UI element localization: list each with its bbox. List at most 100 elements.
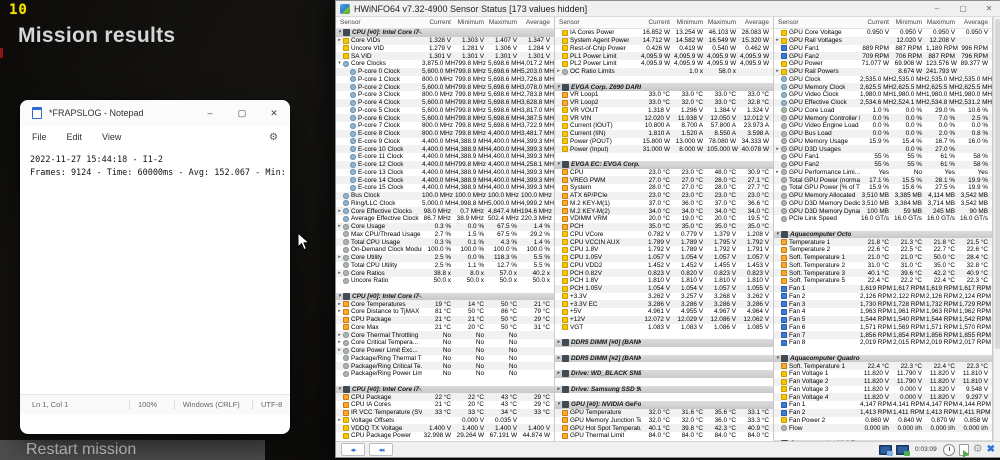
sensor-row[interactable]: On-Demand Clock Modul... 100.0 % 100.0 % 10…	[336, 246, 554, 254]
sensor-row[interactable]: PCIe Link Speed 16.0 GT/s 16.0 GT/s 16.0 GT…	[774, 215, 992, 223]
column-header-average[interactable]: Average	[521, 19, 554, 26]
sensor-row[interactable]: Package/Ring Power Limi... No No No	[336, 370, 554, 378]
settings-gear-icon[interactable]: ⚙	[973, 444, 983, 455]
scrollbar-thumb[interactable]	[995, 19, 1000, 349]
notepad-text-area[interactable]: 2022-11-27 15:44:18 - I1-2 Frames: 9124 …	[20, 148, 290, 394]
sensor-row[interactable]: VDIMM VRM 20.0 °C 19.0 °C 20.0 °C 19.5 °C	[555, 215, 773, 223]
sensor-row[interactable]: ▸ GPU D3D Usages 0.0 % 27.0 %	[774, 145, 992, 153]
sensor-row[interactable]: Total CPU Utility 2.5 % 1.1 % 12.7 % 5.5 %	[336, 262, 554, 270]
sensor-row[interactable]: Ring/LLC Clock 5,000.0 MHz 4,998.8 MHz 5,00…	[336, 200, 554, 208]
zoom-level[interactable]: 100%	[130, 400, 174, 409]
sensor-row[interactable]: Power (Input) 31.000 W 8.000 W 105.000 W 40.…	[555, 145, 773, 153]
hwinfo-titlebar[interactable]: HWiNFO64 v7.32-4900 Sensor Status [173 v…	[336, 1, 1000, 17]
sensor-row[interactable]: P-core 5 Clock 5,600.0 MHz 799.8 MHz 5,698.…	[336, 107, 554, 115]
maximize-icon[interactable]: ▢	[226, 100, 258, 126]
collapse-arrow-icon[interactable]: ▾	[555, 401, 562, 408]
sensor-group-header[interactable]: ▾ CPU [#0]: Intel Core i7-1...	[336, 292, 554, 301]
sensor-row[interactable]: VR Loop2 33.0 °C 32.0 °C 33.0 °C 32.8 °C	[555, 98, 773, 107]
sensor-row[interactable]: GPU Core Voltage 0.950 V 0.950 V 0.950 V 0.9…	[774, 29, 992, 37]
close-icon[interactable]: ✕	[258, 100, 290, 126]
sensor-row[interactable]: Flow 0.000 l/h 0.000 l/h 0.000 l/h 0.000 l/h	[774, 424, 992, 432]
sensor-row[interactable]: GPU Memory Controller L... 0.0 % 0.0 % 7.0 …	[774, 114, 992, 122]
sensor-row[interactable]: Uncore Ratio 50.0 x 50.0 x 50.0 x 50.0 x	[336, 277, 554, 285]
sensor-row[interactable]: VREG PWM 27.0 °C 27.0 °C 28.0 °C 27.1 °C	[555, 176, 773, 184]
sensor-row[interactable]: GPU Fan2 709 RPM 706 RPM 887 RPM 796 RPM	[774, 52, 992, 60]
expand-arrow-icon[interactable]: ▸	[555, 355, 562, 362]
sensor-row[interactable]: Temperature 1 21.8 °C 21.3 °C 21.8 °C 21.5 °…	[774, 238, 992, 246]
sensor-row[interactable]: CPU Package 21 °C 21 °C 50 °C 29 °C	[336, 315, 554, 324]
sensor-row[interactable]: E-core 13 Clock 4,400.0 MHz 4,388.9 MHz 4,4…	[336, 169, 554, 177]
sensor-row[interactable]: Total CPU Usage 0.3 % 0.1 % 4.3 % 1.4 %	[336, 238, 554, 246]
sensor-row[interactable]: ▸ Core Thermal Throttling No No No	[336, 331, 554, 339]
encoding[interactable]: UTF-8	[253, 400, 290, 409]
sensor-row[interactable]: GPU Core Load 1.0 % 0.0 % 29.0 % 10.6 %	[774, 107, 992, 115]
sensor-row[interactable]: GPU Fan2 55 % 55 % 61 % 58 %	[774, 160, 992, 169]
column-header-minimum[interactable]: Minimum	[674, 19, 707, 26]
sensor-row[interactable]: VR VOUT 1.318 V 1.296 V 1.384 V 1.324 V	[555, 107, 773, 115]
sensor-row[interactable]: M.2 KEY-M(2) 34.0 °C 34.0 °C 34.0 °C 34.0 °C	[555, 207, 773, 215]
sensor-row[interactable]: CPU Package Power 32.998 W 29.264 W 67.191 …	[336, 432, 554, 440]
column-header-sensor[interactable]: Sensor	[774, 19, 860, 26]
expand-arrow-icon[interactable]: ▸	[336, 208, 343, 215]
sensor-row[interactable]: Fan Voltage 3 11.820 V 0.000 V 11.820 V 9.54…	[774, 386, 992, 394]
sensor-row[interactable]: ▸ GPU Performance Limi... Yes No Yes Yes	[774, 169, 992, 177]
sensor-row[interactable]: E-core 11 Clock 4,400.0 MHz 4,388.9 MHz 4,4…	[336, 153, 554, 161]
sensor-row[interactable]: P-core 1 Clock 800.0 MHz 799.8 MHz 5,698.6 …	[336, 76, 554, 84]
collapse-arrow-icon[interactable]: ▾	[336, 293, 343, 300]
sensor-row[interactable]: Fan 6 1,571 RPM 1,569 RPM 1,571 RPM 1,570 RP…	[774, 324, 992, 332]
expand-arrow-icon[interactable]: ▸	[774, 146, 781, 153]
column-header-maximum[interactable]: Maximum	[926, 19, 959, 26]
sensor-row[interactable]: Fan Voltage 2 11.820 V 11.790 V 11.820 V 11.…	[774, 377, 992, 386]
sensor-row[interactable]: Fan 2 2,126 RPM 2,122 RPM 2,126 RPM 2,124 RP…	[774, 293, 992, 301]
sensor-row[interactable]: Fan Voltage 1 11.820 V 11.790 V 11.820 V 11.…	[774, 370, 992, 378]
expand-arrow-icon[interactable]: ▸	[336, 339, 343, 346]
sensor-row[interactable]: CPU 1.05V 1.057 V 1.054 V 1.057 V 1.057 V	[555, 253, 773, 262]
menu-item-view[interactable]: View	[102, 132, 121, 142]
sensor-row[interactable]: E-core 9 Clock 4,400.0 MHz 4,388.9 MHz 4,40…	[336, 138, 554, 146]
sensor-row[interactable]: Current (IOUT) 10.800 A 8.700 A 57.800 A 23.…	[555, 122, 773, 130]
sensor-group-header[interactable]: ▸ Drive: WD_BLACK SN850...	[555, 370, 773, 378]
sensor-row[interactable]: ▾ Core Clocks 3,875.0 MHz 799.8 MHz 5,698.6 …	[336, 60, 554, 68]
sensor-row[interactable]: Core Max 21 °C 20 °C 50 °C 31 °C	[336, 324, 554, 332]
menu-item-file[interactable]: File	[32, 132, 47, 142]
expand-arrow-icon[interactable]: ▸	[336, 270, 343, 277]
collapse-arrow-icon[interactable]: ▾	[774, 440, 781, 441]
sensor-row[interactable]: Package/Ring Critical Te... No No No	[336, 362, 554, 370]
sensor-row[interactable]: +5V 4.961 V 4.955 V 4.967 V 4.964 V	[555, 308, 773, 316]
sensor-row[interactable]: E-core 14 Clock 4,400.0 MHz 4,388.9 MHz 4,4…	[336, 176, 554, 184]
sensor-row[interactable]: PCH 0.82V 0.823 V 0.820 V 0.823 V 0.823 V	[555, 269, 773, 277]
sensor-row[interactable]: E-core 12 Clock 4,400.0 MHz 799.8 MHz 4,400…	[336, 160, 554, 169]
sensor-row[interactable]: Max CPU/Thread Usage 2.7 % 1.5 % 67.5 % 29.2…	[336, 231, 554, 239]
sensor-row[interactable]: GPU Fan1 55 % 55 % 61 % 58 %	[774, 153, 992, 161]
sensor-row[interactable]: CPU VDD2 1.452 V 1.452 V 1.455 V 1.453 V	[555, 262, 773, 270]
sensor-row[interactable]: P-core 4 Clock 5,600.0 MHz 799.8 MHz 5,698.…	[336, 98, 554, 107]
sensor-row[interactable]: Fan Voltage 4 11.820 V 0.000 V 11.820 V 9.29…	[774, 393, 992, 401]
expand-arrow-icon[interactable]: ▸	[336, 37, 343, 44]
sensor-row[interactable]: P-core 2 Clock 5,600.0 MHz 799.8 MHz 5,698.…	[336, 83, 554, 91]
sensor-row[interactable]: E-core 10 Clock 4,400.0 MHz 4,388.9 MHz 4,4…	[336, 145, 554, 153]
sensor-group-header[interactable]: ▾ Aquacomputer Quadro	[774, 354, 992, 363]
sensor-row[interactable]: CPU IA Cores 21 °C 20 °C 43 °C 29 °C	[336, 401, 554, 409]
collapse-arrow-icon[interactable]: ▾	[774, 355, 781, 362]
sensor-row[interactable]: +12V 12.072 V 12.029 V 12.086 V 12.062 V	[555, 315, 773, 324]
sensor-row[interactable]: CPU 1.8V 1.792 V 1.789 V 1.792 V 1.791 V	[555, 246, 773, 254]
collapse-arrow-icon[interactable]: ▾	[336, 386, 343, 393]
collapse-arrow-icon[interactable]: ▾	[555, 84, 562, 91]
column-header-sensor[interactable]: Sensor	[336, 19, 422, 26]
column-header-average[interactable]: Average	[959, 19, 992, 26]
column-header-current[interactable]: Current	[422, 19, 455, 26]
expand-columns-button[interactable]: ◂▸	[341, 443, 365, 456]
sensor-group-header[interactable]: ▾ GPU [#0]: NVIDIA GeFor...	[555, 401, 773, 409]
column-header-minimum[interactable]: Minimum	[455, 19, 488, 26]
sensor-row[interactable]: Bus Clock 100.0 MHz 100.0 MHz 100.0 MHz 100.…	[336, 191, 554, 200]
sensor-row[interactable]: GPU Memory Junction Te... 32.0 °C 32.0 °C 3…	[555, 417, 773, 425]
sensor-row[interactable]: P-core 3 Clock 800.0 MHz 799.8 MHz 5,698.6 …	[336, 91, 554, 99]
sensor-row[interactable]: E-core 15 Clock 4,400.0 MHz 4,388.9 MHz 4,4…	[336, 184, 554, 192]
sensor-row[interactable]: PL1 Power Limit 4,095.9 W 4,095.9 W 4,095.9…	[555, 52, 773, 60]
notepad-titlebar[interactable]: *FRAPSLOG - Notepad – ▢ ✕	[20, 100, 290, 126]
column-header-minimum[interactable]: Minimum	[893, 19, 926, 26]
sensor-row[interactable]: ▸ Core Usage 0.3 % 0.0 % 67.5 % 1.4 %	[336, 222, 554, 231]
sensor-group-header[interactable]: ▸ DDR5 DIMM [#0] (BANK ...	[555, 339, 773, 347]
settings-gear-icon[interactable]: ⚙	[269, 132, 278, 143]
remote-monitoring-icon[interactable]	[879, 444, 894, 456]
